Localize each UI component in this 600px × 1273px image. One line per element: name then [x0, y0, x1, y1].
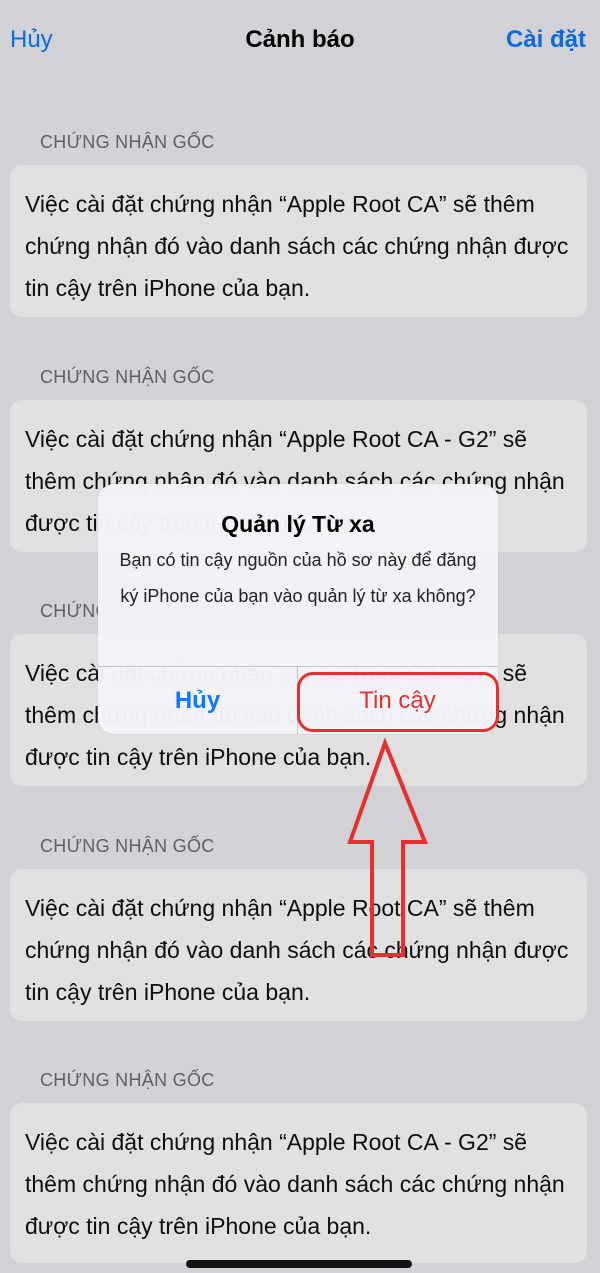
alert-cancel-button[interactable]: Hủy [98, 667, 297, 734]
alert-title: Quản lý Từ xa [221, 511, 375, 537]
remote-management-alert: Quản lý Từ xa Bạn có tin cậy nguồn của h… [98, 484, 498, 734]
alert-message: Bạn có tin cậy nguồn của hồ sơ này để đă… [119, 550, 477, 606]
warning-screen: Hủy Cảnh báo Cài đặt CHỨNG NHẬN GỐC Việc… [0, 0, 600, 1273]
alert-trust-button[interactable]: Tin cậy [298, 667, 497, 734]
home-indicator [186, 1260, 412, 1268]
